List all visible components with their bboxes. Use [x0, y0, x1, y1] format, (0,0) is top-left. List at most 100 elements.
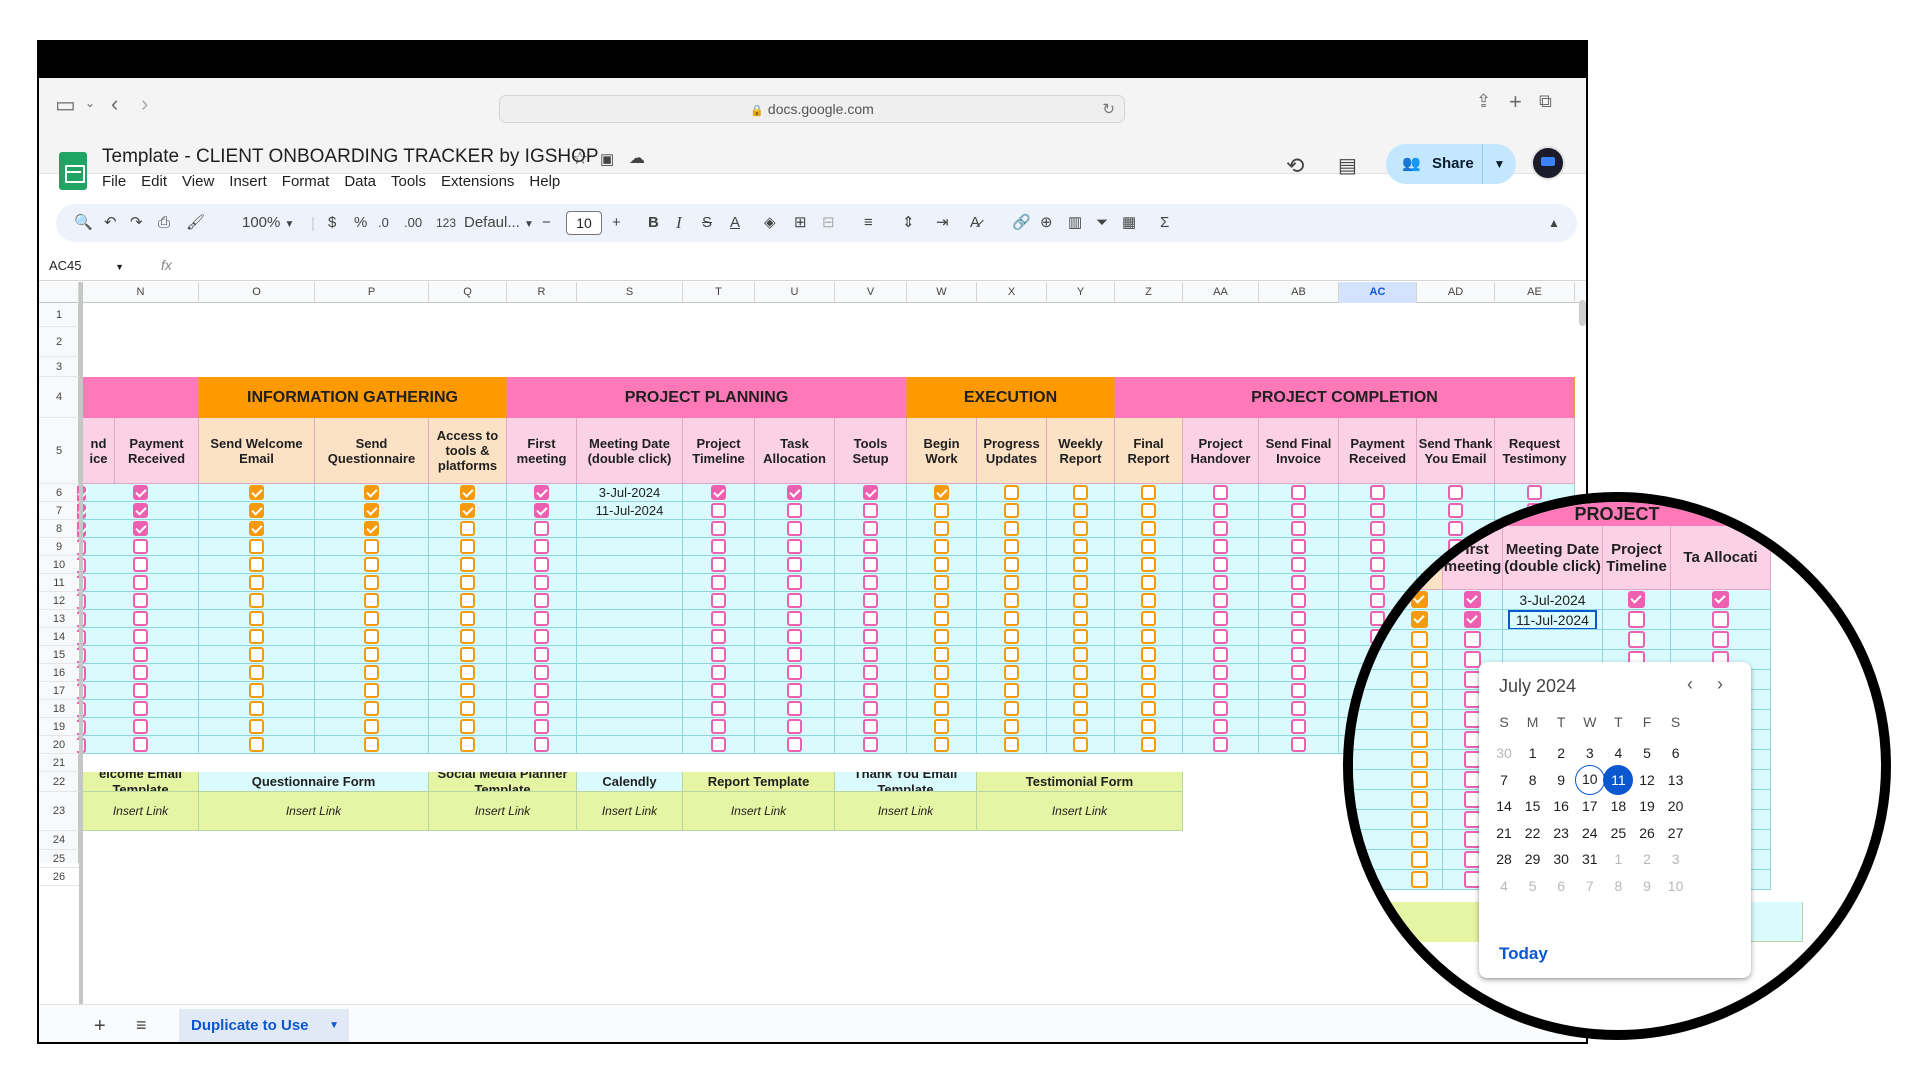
checkbox[interactable]	[1291, 629, 1306, 644]
table-cell[interactable]	[199, 664, 315, 682]
checkbox[interactable]	[711, 593, 726, 608]
checkbox[interactable]	[863, 557, 878, 572]
table-cell[interactable]	[1047, 484, 1115, 502]
calendar-day[interactable]: 6	[1661, 738, 1691, 768]
checkbox[interactable]	[1291, 503, 1306, 518]
table-cell[interactable]	[755, 502, 835, 520]
table-cell[interactable]	[429, 574, 507, 592]
checkbox[interactable]	[364, 629, 379, 644]
column-header-z[interactable]: Z	[1115, 282, 1183, 303]
corner-cell[interactable]	[39, 282, 79, 303]
checkbox[interactable]	[1141, 539, 1156, 554]
table-cell[interactable]	[683, 736, 755, 754]
row-header-20[interactable]: 20	[39, 736, 79, 754]
meeting-date[interactable]: 3-Jul-2024	[599, 485, 660, 500]
table-cell[interactable]	[199, 718, 315, 736]
table-cell[interactable]	[1047, 610, 1115, 628]
magnified-meeting-date[interactable]: 3-Jul-2024	[1519, 592, 1585, 608]
checkbox[interactable]	[534, 647, 549, 662]
table-cell[interactable]	[683, 592, 755, 610]
checkbox[interactable]	[1141, 611, 1156, 626]
magnified-cell[interactable]	[1353, 790, 1443, 810]
calendar-day[interactable]: 8	[1518, 765, 1548, 795]
text-rotation-icon[interactable]: A̷	[970, 212, 980, 234]
checkbox[interactable]	[249, 521, 264, 536]
checkbox[interactable]	[460, 539, 475, 554]
table-cell[interactable]	[83, 538, 199, 556]
table-cell[interactable]	[755, 538, 835, 556]
checkbox[interactable]	[460, 629, 475, 644]
checkbox[interactable]	[1073, 557, 1088, 572]
table-cell[interactable]	[907, 646, 977, 664]
print-icon[interactable]: ⎙	[158, 212, 170, 234]
checkbox[interactable]	[934, 611, 949, 626]
table-cell[interactable]	[683, 664, 755, 682]
table-cell[interactable]	[755, 628, 835, 646]
checkbox[interactable]	[249, 539, 264, 554]
tab-overview-icon[interactable]: ⧉	[1539, 92, 1552, 110]
table-cell[interactable]	[1047, 646, 1115, 664]
table-cell[interactable]	[429, 556, 507, 574]
checkbox[interactable]	[1073, 521, 1088, 536]
table-cell[interactable]	[1259, 574, 1339, 592]
collapse-toolbar-icon[interactable]: ▲	[1548, 212, 1560, 234]
checkbox[interactable]	[460, 503, 475, 518]
table-cell[interactable]	[907, 484, 977, 502]
checkbox[interactable]	[1004, 503, 1019, 518]
insert-link[interactable]: Insert Link	[977, 792, 1183, 831]
checkbox[interactable]	[1411, 851, 1428, 868]
checkbox[interactable]	[934, 593, 949, 608]
table-cell[interactable]	[429, 736, 507, 754]
checkbox[interactable]	[1411, 811, 1428, 828]
row-header-13[interactable]: 13	[39, 610, 79, 628]
table-cell[interactable]	[429, 592, 507, 610]
row-header-5[interactable]: 5	[39, 418, 79, 484]
table-cell[interactable]	[907, 592, 977, 610]
checkbox[interactable]	[1291, 521, 1306, 536]
table-cell[interactable]	[835, 628, 907, 646]
table-cell[interactable]	[907, 502, 977, 520]
table-cell[interactable]	[1183, 574, 1259, 592]
magnified-cell[interactable]	[1353, 610, 1443, 630]
table-cell[interactable]	[1047, 574, 1115, 592]
menu-tools[interactable]: Tools	[391, 173, 426, 190]
calendar-day[interactable]: 29	[1518, 844, 1548, 874]
table-cell[interactable]	[835, 556, 907, 574]
row-header-17[interactable]: 17	[39, 682, 79, 700]
calendar-day[interactable]: 19	[1632, 791, 1662, 821]
table-cell[interactable]	[315, 520, 429, 538]
table-cell[interactable]	[977, 646, 1047, 664]
magnified-cell[interactable]	[1353, 810, 1443, 830]
checkbox[interactable]	[534, 503, 549, 518]
column-header-ab[interactable]: AB	[1259, 282, 1339, 303]
magnified-cell[interactable]	[1603, 590, 1671, 610]
table-cell[interactable]	[1259, 610, 1339, 628]
table-cell[interactable]	[835, 502, 907, 520]
checkbox[interactable]	[1073, 629, 1088, 644]
magnified-cell[interactable]	[1443, 590, 1503, 610]
calendar-day[interactable]: 3	[1661, 844, 1691, 874]
table-cell[interactable]	[199, 556, 315, 574]
checkbox[interactable]	[1141, 737, 1156, 752]
table-cell[interactable]	[977, 556, 1047, 574]
checkbox[interactable]	[711, 665, 726, 680]
checkbox[interactable]	[711, 737, 726, 752]
magnified-cell[interactable]	[1443, 610, 1503, 630]
checkbox[interactable]	[364, 719, 379, 734]
column-header-ad[interactable]: AD	[1417, 282, 1495, 303]
checkbox[interactable]	[460, 557, 475, 572]
calendar-day[interactable]: 18	[1603, 791, 1633, 821]
sheet-tab[interactable]: Duplicate to Use ▼	[179, 1009, 349, 1042]
table-cell[interactable]	[755, 646, 835, 664]
checkbox[interactable]	[863, 575, 878, 590]
table-cell[interactable]	[315, 664, 429, 682]
table-cell[interactable]	[315, 682, 429, 700]
table-cell[interactable]	[1183, 628, 1259, 646]
calendar-day[interactable]: 10	[1661, 871, 1691, 901]
checkbox[interactable]	[1213, 521, 1228, 536]
calendar-day[interactable]: 2	[1632, 844, 1662, 874]
new-tab-icon[interactable]: +	[1509, 91, 1522, 113]
table-cell[interactable]	[199, 700, 315, 718]
table-cell[interactable]	[907, 664, 977, 682]
fill-color-icon[interactable]: ◈	[764, 212, 776, 234]
